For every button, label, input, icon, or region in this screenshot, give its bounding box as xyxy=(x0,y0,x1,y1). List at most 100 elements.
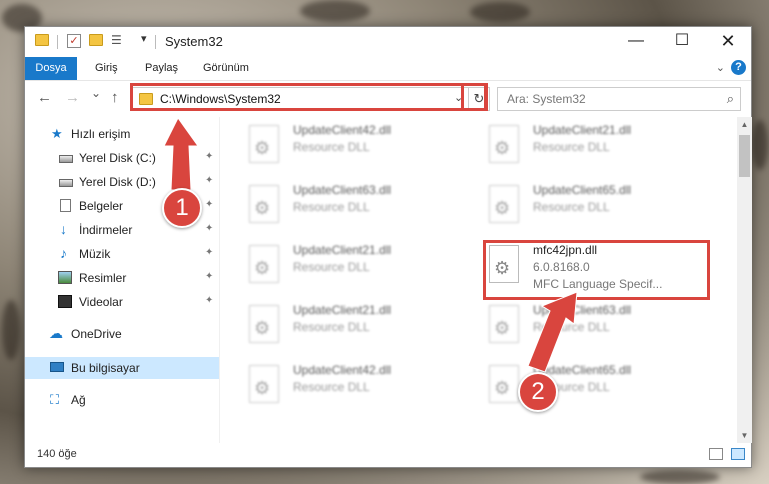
scroll-thumb[interactable] xyxy=(739,135,750,177)
pane-divider xyxy=(219,117,220,443)
pin-icon[interactable]: ✦ xyxy=(205,151,213,162)
file-name: UpdateClient63.dll xyxy=(533,303,632,317)
sidebar-item-onedrive[interactable]: ☁ OneDrive xyxy=(25,323,219,345)
ribbon: Dosya Giriş Paylaş Görünüm ⌄ ? xyxy=(25,57,751,80)
sidebar-item-label: Müzik xyxy=(79,247,111,261)
dll-file-icon xyxy=(249,125,279,163)
background-spot xyxy=(470,2,530,22)
minimize-button[interactable]: — xyxy=(613,27,659,57)
file-name: UpdateClient42.dll xyxy=(293,363,392,377)
sidebar-item-label: Yerel Disk (C:) xyxy=(79,151,156,165)
file-item[interactable]: UpdateClient42.dll Resource DLL xyxy=(237,119,467,173)
dll-file-icon xyxy=(249,305,279,343)
properties-icon[interactable]: ✓ xyxy=(67,34,81,48)
quick-access-dropdown[interactable]: ▾ xyxy=(141,32,147,45)
customize-icon[interactable]: ☰ xyxy=(111,33,122,47)
window-title: System32 xyxy=(165,34,223,49)
tab-gorunum[interactable]: Görünüm xyxy=(195,57,257,80)
star-icon: ★ xyxy=(51,126,63,141)
sidebar-item-music[interactable]: ♪ Müzik ✦ xyxy=(25,243,219,265)
sidebar-item-pictures[interactable]: Resimler ✦ xyxy=(25,267,219,289)
pictures-icon xyxy=(58,271,72,284)
tab-dosya[interactable]: Dosya xyxy=(25,57,77,80)
file-item[interactable]: UpdateClient65.dll Resource DLL xyxy=(477,179,707,233)
sidebar-item-label: Yerel Disk (D:) xyxy=(79,175,156,189)
dll-file-icon xyxy=(489,305,519,343)
step-2-badge: 2 xyxy=(518,372,558,412)
file-highlight-box xyxy=(483,240,710,300)
scroll-down-button[interactable]: ▼ xyxy=(737,428,752,443)
background-spot xyxy=(2,300,20,360)
dll-file-icon xyxy=(489,185,519,223)
file-name: UpdateClient42.dll xyxy=(293,123,392,137)
file-name: UpdateClient21.dll xyxy=(533,123,632,137)
pin-icon[interactable]: ✦ xyxy=(205,199,213,210)
title-bar: ✓ ☰ ▾ System32 — ☐ ✕ xyxy=(25,27,751,57)
sidebar-item-label: Belgeler xyxy=(79,199,124,213)
details-view-button[interactable] xyxy=(709,448,723,460)
sidebar-item-quick-access[interactable]: ★ Hızlı erişim xyxy=(25,123,219,145)
sidebar-item-network[interactable]: ⛶ Ağ xyxy=(25,389,219,411)
sidebar-item-label: İndirmeler xyxy=(79,223,133,237)
close-button[interactable]: ✕ xyxy=(705,27,751,57)
file-type: Resource DLL xyxy=(293,380,370,394)
sidebar-item-label: Hızlı erişim xyxy=(71,127,131,141)
sidebar-item-label: Videolar xyxy=(79,295,123,309)
file-item[interactable]: UpdateClient63.dll Resource DLL xyxy=(477,299,707,353)
refresh-highlight-box xyxy=(461,83,488,111)
divider xyxy=(57,35,58,49)
dll-file-icon xyxy=(489,125,519,163)
back-button[interactable]: ← xyxy=(37,89,52,106)
divider xyxy=(155,35,156,49)
help-icon[interactable]: ? xyxy=(731,60,746,75)
search-box[interactable]: Ara: System32 ⌕ xyxy=(497,87,741,111)
vertical-scrollbar[interactable]: ▲ ▼ xyxy=(737,117,752,443)
pin-icon[interactable]: ✦ xyxy=(205,223,213,234)
file-type: Resource DLL xyxy=(293,320,370,334)
file-name: UpdateClient65.dll xyxy=(533,183,632,197)
pin-icon[interactable]: ✦ xyxy=(205,271,213,282)
cloud-icon: ☁ xyxy=(49,325,63,341)
tab-giris[interactable]: Giriş xyxy=(87,57,126,80)
dll-file-icon xyxy=(249,245,279,283)
background-spot xyxy=(640,470,720,484)
maximize-button[interactable]: ☐ xyxy=(659,27,705,57)
file-item[interactable]: UpdateClient21.dll Resource DLL xyxy=(237,299,467,353)
file-type: Resource DLL xyxy=(293,200,370,214)
file-item[interactable]: UpdateClient65.dll Resource DLL xyxy=(477,359,707,413)
pin-icon[interactable]: ✦ xyxy=(205,175,213,186)
sidebar-item-this-pc[interactable]: Bu bilgisayar xyxy=(25,357,219,379)
file-type: Resource DLL xyxy=(293,260,370,274)
file-item[interactable]: UpdateClient21.dll Resource DLL xyxy=(477,119,707,173)
video-icon xyxy=(58,295,72,308)
search-icon[interactable]: ⌕ xyxy=(727,91,734,107)
sidebar-item-local-disk-c[interactable]: Yerel Disk (C:) ✦ xyxy=(25,147,219,169)
disk-icon xyxy=(59,155,73,163)
computer-icon xyxy=(50,362,64,372)
folder-icon xyxy=(35,34,49,46)
tab-paylas[interactable]: Paylaş xyxy=(137,57,186,80)
disk-icon xyxy=(59,179,73,187)
explorer-window: ✓ ☰ ▾ System32 — ☐ ✕ Dosya Giriş Paylaş … xyxy=(24,26,752,468)
large-icons-view-button[interactable] xyxy=(731,448,745,460)
file-type: Resource DLL xyxy=(293,140,370,154)
up-button[interactable]: ↑ xyxy=(111,89,119,106)
file-item[interactable]: UpdateClient42.dll Resource DLL xyxy=(237,359,467,413)
background-spot xyxy=(752,120,768,170)
recent-locations-button[interactable]: ⌄ xyxy=(91,86,101,100)
file-type: Resource DLL xyxy=(533,200,610,214)
new-folder-icon[interactable] xyxy=(89,34,103,46)
search-input[interactable]: Ara: System32 xyxy=(507,92,586,106)
scroll-up-button[interactable]: ▲ xyxy=(737,117,752,132)
expand-ribbon-icon[interactable]: ⌄ xyxy=(716,61,725,74)
file-item[interactable]: UpdateClient21.dll Resource DLL xyxy=(237,239,467,293)
status-bar: 140 öğe xyxy=(25,443,751,467)
file-item[interactable]: UpdateClient63.dll Resource DLL xyxy=(237,179,467,233)
pin-icon[interactable]: ✦ xyxy=(205,295,213,306)
forward-button[interactable]: → xyxy=(65,89,80,106)
background-spot xyxy=(300,0,370,22)
sidebar-item-videos[interactable]: Videolar ✦ xyxy=(25,291,219,313)
sidebar-item-label: Bu bilgisayar xyxy=(71,361,140,375)
file-name: UpdateClient21.dll xyxy=(293,243,392,257)
pin-icon[interactable]: ✦ xyxy=(205,247,213,258)
